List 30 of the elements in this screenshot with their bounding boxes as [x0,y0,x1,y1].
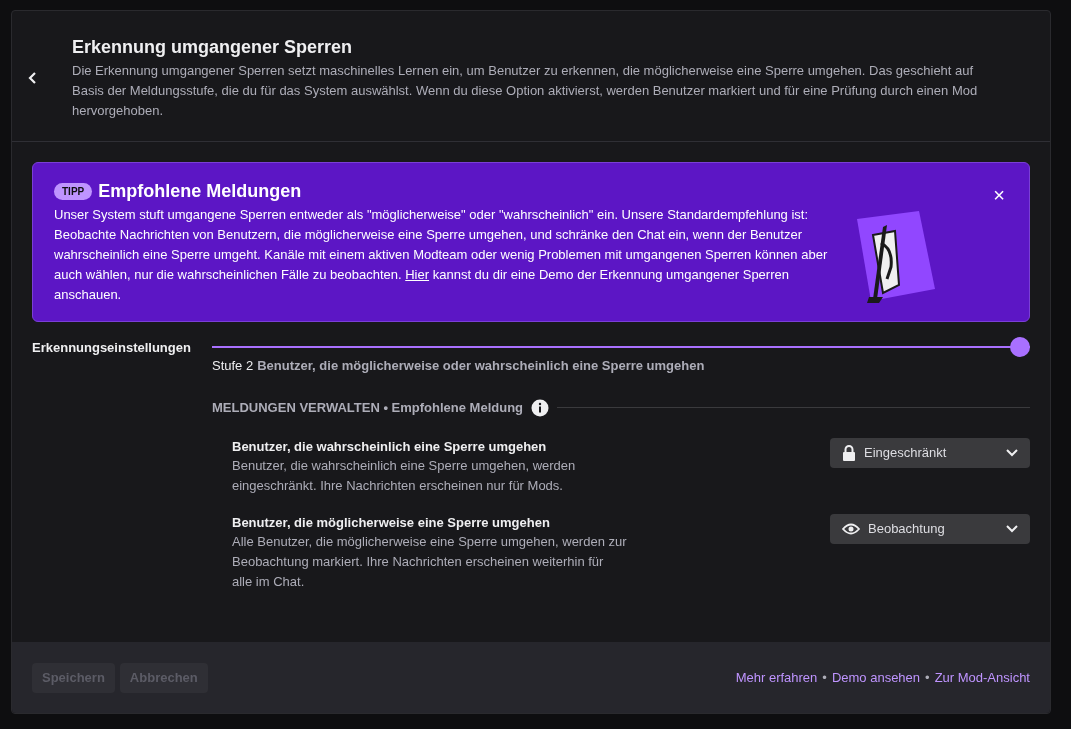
eye-icon [842,522,860,535]
step-label: Stufe 2 [212,357,254,375]
slider-thumb[interactable] [1010,337,1030,357]
chevron-down-icon [1006,448,1018,457]
rule-title: Benutzer, die wahrscheinlich eine Sperre umgehen [232,437,548,456]
level-slider[interactable] [212,337,1030,357]
tip-badge: TIPP [54,182,93,200]
page-description: Die Erkennung umgangener Sperren setzt maschinelles Lernen ein, um Benutzer zu erkennen, die möglicherweise eine Sperre umgehen. Das geschieht auf Basis der Meldungsstufe, die du für das System auswählst. Wenn du diese Option aktivierst, werden Benutzer markiert und für eine Prüfung durch einen Mod hervorgehoben. [72,62,979,120]
action-dropdown[interactable]: Beobachtung [830,513,1030,544]
tip-title: Empfohlene Meldungen [98,180,302,203]
section-heading: MELDUNGEN VERWALTEN • Empfohlene Meldung [212,399,524,417]
page-title: Erkennung umgangener Sperren [72,36,354,59]
close-button[interactable]: × [993,185,1005,205]
lock-icon [842,444,856,461]
setting-label: Erkennungseinstellungen [32,339,192,357]
tip-text: Unser System stuft umgangene Sperren entweder als "möglicherweise" oder "wahrscheinlich" ein. Unsere Standardempfehlung ist: Beobachte Nachrichten von Benutzern, die möglicherweise eine Sperre umgehen, und schränke den Chat ein, wenn der Benutzer wahrscheinlich eine Sperre umgeht. Kanäle mit einem aktiven Modteam oder wenig Problemen mit umgangenen Sperren können aber auch wählen, nur die wahrscheinlichen Fälle zu beobachten. Hier kannst du dir eine Demo der Erkennung umgangener Sperren anschauen. [54,206,829,304]
step-description: Benutzer, die möglicherweise oder wahrscheinlich eine Sperre umgehen [257,357,705,375]
separator-dot: • [925,668,930,687]
rule-title: Benutzer, die möglicherweise eine Sperre umgehen [232,513,551,532]
info-icon[interactable] [531,398,550,417]
footer-link[interactable]: Zur Mod-Ansicht [934,667,1030,688]
chevron-left-icon [28,71,38,85]
action-dropdown[interactable]: Eingeschränkt [830,437,1030,468]
chevron-down-icon [1006,524,1018,533]
rule-description: Benutzer, die wahrscheinlich eine Sperre umgehen, werden eingeschränkt. Ihre Nachrichten erscheinen nur für Mods. [232,456,577,495]
footer-link[interactable]: Demo ansehen [831,667,921,688]
rule-description: Alle Benutzer, die möglicherweise eine Sperre umgehen, werden zur Beobachtung markiert. Ihre Nachrichten erscheinen weiterhin für alle im Chat. [232,532,627,591]
footer-link[interactable]: Mehr erfahren [735,667,818,688]
separator-dot: • [822,668,827,687]
demo-link[interactable]: Hier [405,267,430,282]
